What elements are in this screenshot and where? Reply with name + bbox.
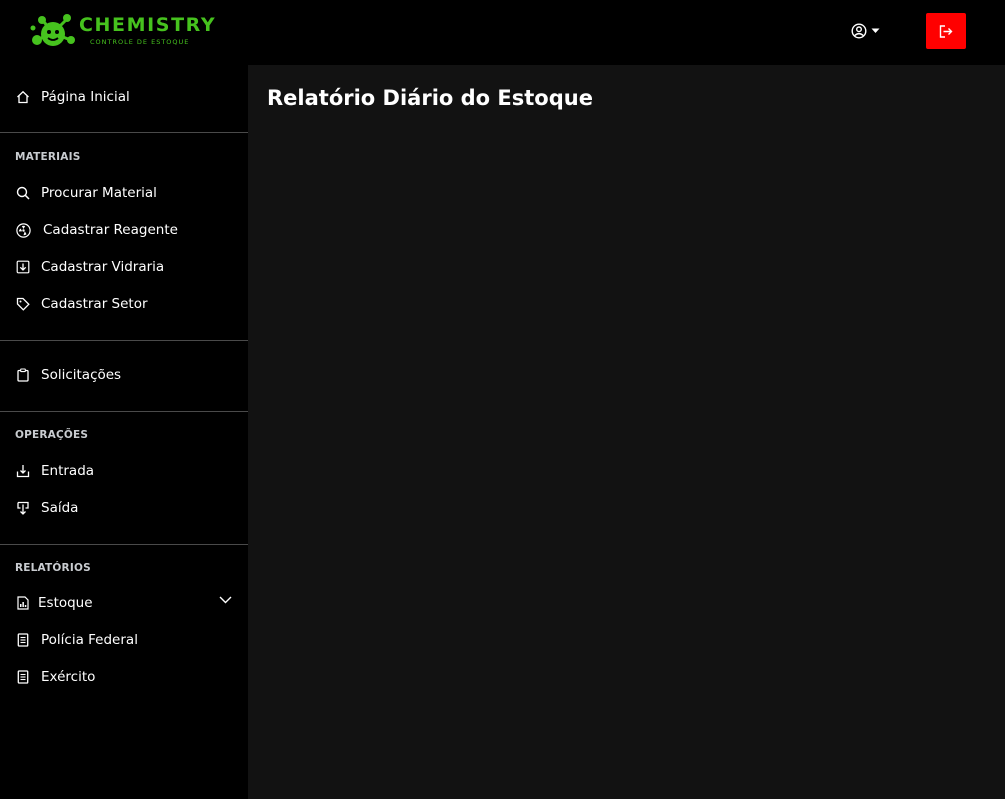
radiation-icon — [15, 222, 31, 238]
inbox-in-icon — [15, 463, 31, 479]
sidebar-item-label: Exército — [41, 669, 96, 685]
sidebar-divider — [0, 340, 248, 341]
download-box-icon — [15, 259, 31, 275]
sidebar-item-label: Cadastrar Reagente — [43, 222, 178, 238]
user-menu-dropdown[interactable] — [851, 22, 885, 40]
search-icon — [15, 185, 31, 201]
section-title-relatorios: RELATÓRIOS — [15, 562, 91, 574]
sidebar-item-cadastrar-reagente[interactable]: Cadastrar Reagente — [0, 213, 248, 247]
brand-subtitle: CONTROLE DE ESTOQUE — [90, 38, 190, 46]
sidebar-item-label: Entrada — [41, 463, 95, 479]
main-content: Relatório Diário do Estoque — [248, 65, 1005, 799]
sidebar: Página Inicial MATERIAIS Procurar Materi… — [0, 65, 248, 799]
logout-button[interactable] — [926, 13, 966, 49]
sidebar-item-procurar-material[interactable]: Procurar Material — [0, 176, 248, 210]
flask-logo-icon — [30, 14, 75, 46]
home-icon — [15, 89, 31, 105]
tag-icon — [15, 296, 31, 312]
logout-icon — [939, 24, 953, 38]
arrow-down-icon — [15, 500, 31, 516]
sidebar-item-exercito[interactable]: Exército — [0, 660, 248, 694]
document-icon — [15, 632, 31, 648]
sidebar-divider — [0, 411, 248, 412]
brand-name: CHEMISTRY — [79, 14, 217, 36]
sidebar-item-cadastrar-vidraria[interactable]: Cadastrar Vidraria — [0, 250, 248, 284]
sidebar-item-label: Estoque — [38, 595, 93, 611]
sidebar-item-label: Procurar Material — [41, 185, 157, 201]
sidebar-item-estoque[interactable]: Estoque — [0, 586, 248, 620]
sidebar-divider — [0, 544, 248, 545]
user-circle-icon — [851, 23, 867, 39]
clipboard-icon — [15, 367, 31, 383]
sidebar-item-label: Página Inicial — [41, 89, 130, 105]
top-bar: CHEMISTRY CONTROLE DE ESTOQUE — [0, 0, 1005, 65]
sidebar-item-cadastrar-setor[interactable]: Cadastrar Setor — [0, 287, 248, 321]
sidebar-divider — [0, 132, 248, 133]
chevron-down-icon[interactable] — [219, 596, 232, 604]
sidebar-item-entrada[interactable]: Entrada — [0, 454, 248, 488]
sidebar-item-label: Solicitações — [41, 367, 122, 383]
sidebar-item-policia-federal[interactable]: Polícia Federal — [0, 623, 248, 657]
page-title: Relatório Diário do Estoque — [267, 86, 593, 110]
bar-chart-file-icon — [15, 595, 31, 611]
section-title-operacoes: OPERAÇÕES — [15, 429, 89, 441]
sidebar-item-solicitacoes[interactable]: Solicitações — [0, 358, 248, 392]
sidebar-item-label: Cadastrar Setor — [41, 296, 148, 312]
sidebar-item-pagina-inicial[interactable]: Página Inicial — [0, 80, 248, 114]
sidebar-item-label: Saída — [41, 500, 79, 516]
sidebar-item-label: Cadastrar Vidraria — [41, 259, 165, 275]
sidebar-item-label: Polícia Federal — [41, 632, 138, 648]
section-title-materiais: MATERIAIS — [15, 151, 81, 163]
sidebar-item-saida[interactable]: Saída — [0, 491, 248, 525]
document-icon — [15, 669, 31, 685]
brand-logo[interactable]: CHEMISTRY CONTROLE DE ESTOQUE — [27, 10, 215, 52]
caret-down-icon — [871, 28, 880, 33]
